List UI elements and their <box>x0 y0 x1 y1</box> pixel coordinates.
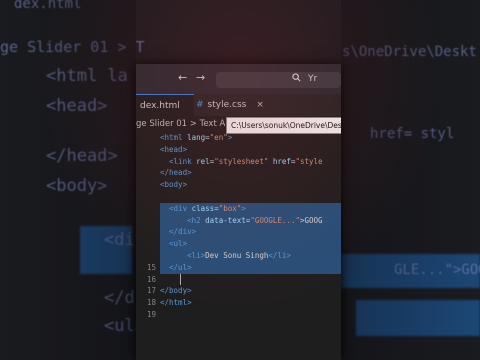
code-line[interactable] <box>160 274 341 286</box>
code-token: "style <box>295 156 323 166</box>
code-line[interactable]: </ul> <box>160 261 341 274</box>
line-number <box>136 215 158 227</box>
code-token: </ul> <box>160 262 192 272</box>
line-number <box>136 167 158 179</box>
line-number <box>136 156 158 168</box>
code-line[interactable]: <head> <box>160 144 341 156</box>
code-line[interactable]: </html> <box>160 297 341 309</box>
code-token: </html> <box>160 298 192 308</box>
code-line[interactable]: <ul> <box>160 238 341 250</box>
background-shade-left <box>0 0 136 360</box>
line-number <box>136 226 158 238</box>
code-token: "box" <box>218 203 242 213</box>
code-editor[interactable]: <html lang="en"> <head> <link rel="styles… <box>160 132 341 309</box>
tab-bar: dex.html # style.css × <box>136 94 341 117</box>
code-token: </head> <box>160 168 192 178</box>
code-token: > <box>241 203 246 213</box>
code-token: > <box>227 133 233 142</box>
code-token: Dev Sonu Singh <box>205 250 269 260</box>
code-line[interactable]: <link rel="stylesheet" href="style <box>160 156 341 168</box>
close-tab-icon[interactable]: × <box>256 100 264 110</box>
code-token: </body> <box>160 286 192 296</box>
line-number: 18 <box>146 298 156 308</box>
code-line[interactable] <box>160 191 341 203</box>
line-number <box>136 191 158 203</box>
code-line[interactable]: <div class="box"> <box>160 202 341 215</box>
forward-button[interactable]: → <box>196 71 205 84</box>
code-token: "GOOGLE..." <box>250 215 300 225</box>
search-icon <box>292 73 301 85</box>
tab-style-css[interactable]: # style.css × <box>196 94 274 116</box>
code-token: >GOOG <box>299 215 323 225</box>
code-token: <div <box>160 203 192 213</box>
line-number <box>136 144 158 156</box>
css-file-icon: # <box>196 100 204 110</box>
code-line[interactable]: <html lang="en"> <box>160 132 341 144</box>
code-token: <head> <box>160 144 188 154</box>
line-number: 16 <box>146 274 156 284</box>
background-shade-right <box>341 0 480 360</box>
command-search-box[interactable]: Yr <box>216 72 341 88</box>
code-token: data-text <box>205 215 246 225</box>
code-token: "stylesheet" <box>214 156 273 166</box>
text-cursor <box>180 273 181 285</box>
code-token: </li> <box>268 250 291 260</box>
code-token: <html <box>160 133 188 142</box>
line-number <box>136 238 158 250</box>
code-token: rel <box>196 156 210 166</box>
code-token: <h2 <box>160 215 206 225</box>
code-token: class <box>191 203 215 213</box>
code-token: <link <box>160 156 197 166</box>
code-line[interactable]: <body> <box>160 179 341 191</box>
line-number-gutter: 15 16 17 18 19 <box>136 132 158 360</box>
code-line[interactable]: <h2 data-text="GOOGLE...">GOOG <box>160 214 341 227</box>
search-text: Yr <box>308 74 318 84</box>
code-token: "en" <box>209 133 228 142</box>
tab-index-html[interactable]: dex.html <box>136 94 194 117</box>
tab-label: style.css <box>207 100 247 110</box>
code-line[interactable]: </div> <box>160 226 341 239</box>
line-number: 17 <box>146 286 156 296</box>
tab-label: dex.html <box>140 101 180 111</box>
code-token: <ul> <box>160 239 188 249</box>
line-number <box>136 179 158 191</box>
tooltip-text: C:\Users\sonuk\OneDrive\Deskt <box>231 121 341 130</box>
line-number: 15 <box>146 262 156 272</box>
code-token: lang <box>187 133 206 142</box>
title-bar: ← → Yr <box>136 64 341 94</box>
line-number <box>136 132 158 144</box>
line-number <box>136 250 158 262</box>
line-number <box>136 203 158 215</box>
phone-screen-editor: ← → Yr dex.html # style.css × ge Slider 01… <box>136 64 341 360</box>
code-token: <body> <box>160 180 188 190</box>
code-token: href <box>272 156 291 166</box>
code-line[interactable]: </body> <box>160 285 341 297</box>
code-line[interactable]: <li>Dev Sonu Singh</li> <box>160 249 341 262</box>
code-token: </div> <box>160 227 197 237</box>
back-button[interactable]: ← <box>178 71 187 84</box>
code-token: <li> <box>160 250 206 260</box>
code-line[interactable]: </head> <box>160 167 341 179</box>
line-number: 19 <box>146 309 156 319</box>
